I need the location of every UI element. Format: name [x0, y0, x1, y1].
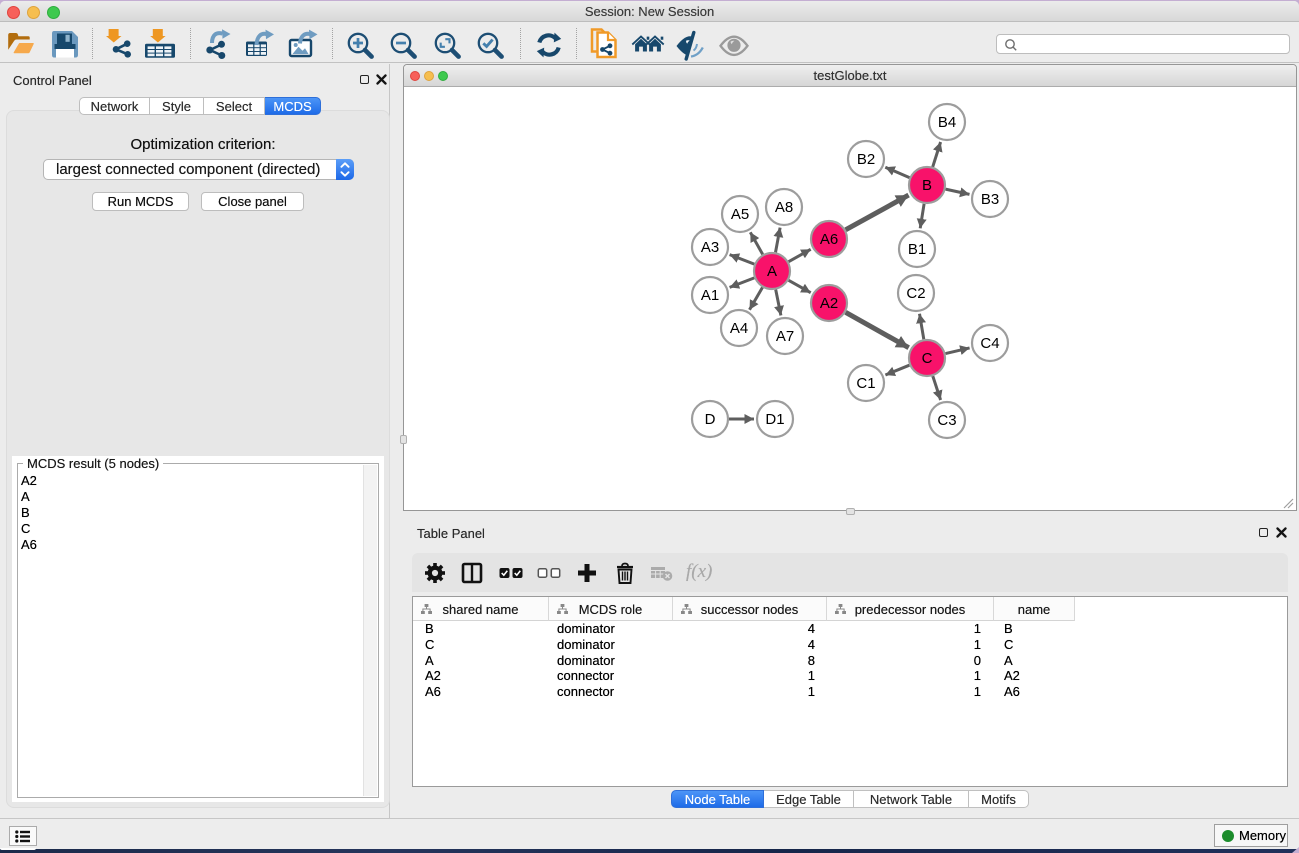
svg-text:C2: C2: [906, 285, 925, 302]
svg-text:A4: A4: [730, 320, 748, 337]
svg-text:B: B: [922, 177, 932, 194]
svg-text:D1: D1: [765, 411, 784, 428]
svg-text:C3: C3: [937, 412, 956, 429]
svg-text:C1: C1: [856, 375, 875, 392]
svg-text:A: A: [767, 263, 777, 280]
svg-text:A3: A3: [701, 239, 719, 256]
svg-text:D: D: [705, 411, 716, 428]
svg-text:A1: A1: [701, 287, 719, 304]
svg-text:C: C: [922, 350, 933, 367]
svg-text:A6: A6: [820, 231, 838, 248]
svg-text:C4: C4: [980, 335, 999, 352]
svg-text:B1: B1: [908, 241, 926, 258]
svg-text:A5: A5: [731, 206, 749, 223]
svg-text:B3: B3: [981, 191, 999, 208]
svg-text:A8: A8: [775, 199, 793, 216]
svg-text:B2: B2: [857, 151, 875, 168]
svg-text:B4: B4: [938, 114, 956, 131]
svg-text:A2: A2: [820, 295, 838, 312]
svg-text:A7: A7: [776, 328, 794, 345]
